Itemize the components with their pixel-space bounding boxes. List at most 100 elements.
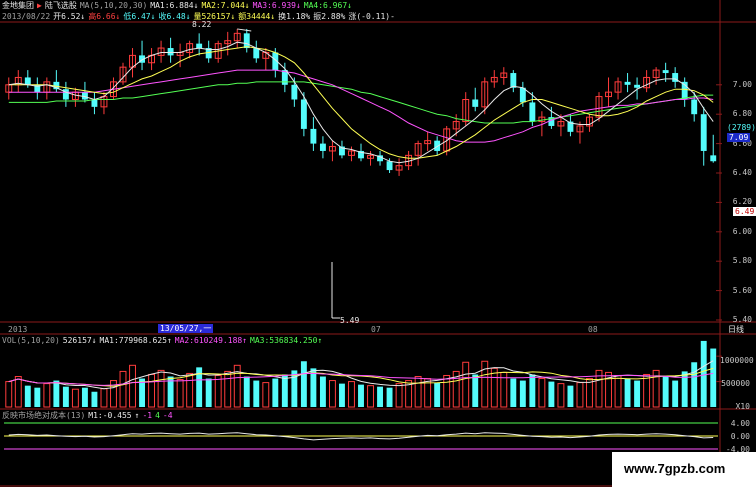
cursor-date: 13/05/27,一 <box>158 324 214 333</box>
indicator-m1: M1:-0.455 <box>88 411 132 420</box>
candle-body-down <box>624 81 631 85</box>
vol-ma2: MA2:610249.188↑ <box>174 336 248 345</box>
watermark-text: www.7gpzb.com <box>624 461 726 476</box>
vol-unit: X10 <box>735 402 750 411</box>
volume-bar-down <box>567 385 574 407</box>
candle-body-down <box>196 43 203 49</box>
indicator-v1: ↑ <box>134 411 140 420</box>
stock-chart-window: 金地集团 ▶ 陆飞选股 MA(5,10,20,30) MA1:6.884↓ MA… <box>0 0 756 487</box>
time-label-07: 07 <box>371 325 381 334</box>
candle-body-down <box>300 99 307 129</box>
volume-bar-down <box>281 374 288 407</box>
ma30-line <box>8 81 714 124</box>
candle-body-down <box>472 99 479 107</box>
volume-bar-down <box>434 382 441 407</box>
volume-bar-down <box>205 378 212 407</box>
period-label[interactable]: 日线 <box>728 325 744 334</box>
indicator-v3: 4 <box>155 411 160 420</box>
vol-ma1: MA1:779968.625↑ <box>99 336 172 345</box>
candle-body-down <box>386 161 393 171</box>
candle-body-down <box>529 102 536 122</box>
candle-body-down <box>319 143 326 151</box>
indicator-legend: 反映市场绝对成本(13) M1:-0.455 ↑ -1 4 -4 <box>2 411 173 420</box>
volume-bar-down <box>700 340 707 407</box>
volume-bar-up <box>557 383 565 408</box>
candle-body-down <box>24 77 31 85</box>
volume-bar-up <box>176 379 184 408</box>
volume-bar-down <box>624 378 631 407</box>
vol-title: VOL(5,10,20) <box>2 336 60 345</box>
volume-bar-up <box>414 376 422 408</box>
volume-bar-down <box>634 380 641 407</box>
vol-tick-500k: 500000 <box>721 379 750 388</box>
price-tick-label: 6.00 <box>732 226 752 236</box>
candle-body-down <box>291 84 298 100</box>
volume-bar-down <box>691 362 698 407</box>
vol-tick-1m: 1000000 <box>720 356 754 365</box>
volume-bar-down <box>62 386 69 407</box>
price-tick-label: 5.60 <box>732 285 752 295</box>
volume-ma20-line <box>8 372 714 386</box>
volume-bar-up <box>348 381 355 408</box>
price-tick-label: 5.40 <box>732 315 752 324</box>
candle-body-down <box>710 155 717 162</box>
volume-bar-up <box>443 374 451 408</box>
indicator-v4: -4 <box>162 411 173 420</box>
volume-bar-down <box>81 387 88 407</box>
vol-value: 526157↓ <box>62 336 97 345</box>
volume-bar-up <box>5 381 13 408</box>
time-label-2013: 2013 <box>8 325 28 334</box>
volume-bar-up <box>14 376 22 408</box>
volume-bar-up <box>224 370 232 408</box>
volume-bar-up <box>129 364 136 408</box>
volume-bar-up <box>462 361 470 408</box>
volume-bar-down <box>662 376 669 407</box>
volume-bar-up <box>43 383 51 408</box>
volume-bar-up <box>148 373 156 408</box>
volume-bar-up <box>490 367 498 408</box>
candle-body-down <box>243 33 250 49</box>
ma20-line <box>8 69 714 143</box>
price-tick-label: 7.00 <box>732 79 752 89</box>
volume-bar-down <box>300 361 307 407</box>
volume-bar-up <box>262 382 270 408</box>
volume-bar-down <box>710 348 717 407</box>
indicator-v2: -1 <box>142 411 153 420</box>
candle-body-down <box>662 70 669 74</box>
ma10-line <box>8 46 714 159</box>
candle-body-down <box>634 84 641 88</box>
volume-bar-down <box>243 376 250 407</box>
candle-body-down <box>700 114 707 151</box>
price-tick-label: 6.40 <box>732 168 752 177</box>
volume-bar-up <box>186 372 194 408</box>
volume-bar-up <box>71 388 79 408</box>
volume-bar-down <box>510 378 517 407</box>
volume-bar-down <box>377 386 383 407</box>
candle-body-down <box>510 73 517 88</box>
volume-bar-down <box>358 384 364 407</box>
volume-bar-down <box>529 374 536 407</box>
price-tick-label: 5.80 <box>732 256 752 266</box>
low-marker-label: 5.49 <box>340 316 360 325</box>
volume-bar-up <box>119 370 127 408</box>
volume-bar-down <box>681 371 688 407</box>
price-tick-label: 6.20 <box>732 197 752 207</box>
ind-tick-0: 0.00 <box>730 432 750 441</box>
volume-bar-down <box>272 378 279 407</box>
volume-ma10-line <box>8 367 714 387</box>
volume-bar-up <box>395 383 403 408</box>
volume-bar-up <box>538 378 546 408</box>
right-top-badge: (2789) <box>727 123 756 132</box>
volume-bar-down <box>386 387 393 407</box>
volume-bar-up <box>100 388 108 408</box>
candle-body-down <box>691 99 698 115</box>
volume-bar-up <box>214 374 222 408</box>
volume-bar-down <box>91 391 98 407</box>
current-price-tag: 6.49 <box>733 207 756 216</box>
volume-bar-down <box>548 381 555 407</box>
indicator-title: 反映市场绝对成本(13) <box>2 411 86 420</box>
volume-bar-down <box>310 368 317 407</box>
volume-bar-down <box>339 383 345 407</box>
volume-bar-down <box>253 380 260 407</box>
price-tick-label: 6.80 <box>732 109 752 119</box>
